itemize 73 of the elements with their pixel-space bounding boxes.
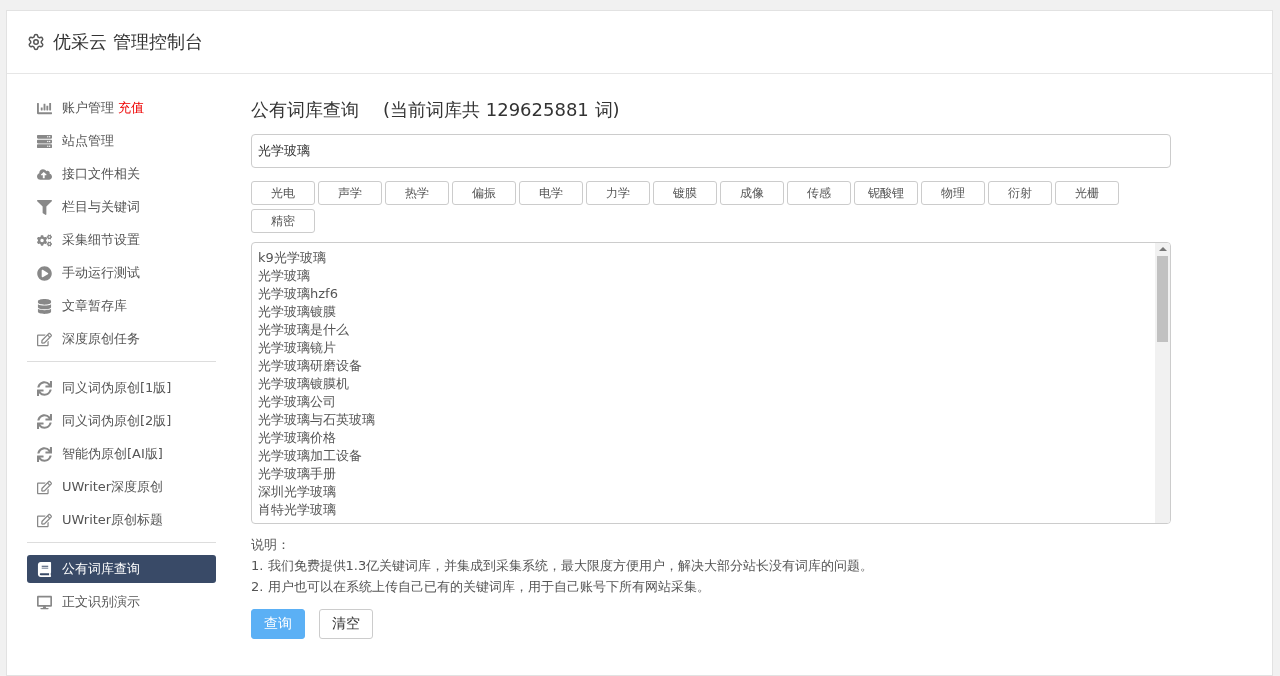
cloud-upload-icon [37,166,52,182]
settings-icon [27,33,45,51]
notes-heading: 说明： [251,536,291,554]
sidebar-item[interactable]: 站点管理 [27,127,216,155]
sidebar-item[interactable]: 同义词伪原创[2版] [27,407,216,435]
scrollbar[interactable] [1155,243,1170,523]
tag-button[interactable]: 成像 [720,181,784,205]
sidebar-item[interactable]: 账户管理 充值 [27,94,216,122]
sidebar-item[interactable]: 文章暂存库 [27,292,216,320]
sidebar-item[interactable]: 栏目与关键词 [27,193,216,221]
edit-icon [37,512,52,528]
console-title: 优采云 管理控制台 [53,30,203,54]
keyword-item: 光学玻璃是什么 [258,321,350,339]
play-icon [37,265,52,281]
gears-icon [37,232,52,248]
tag-button[interactable]: 传感 [787,181,851,205]
refresh-icon [37,413,52,429]
tag-button[interactable]: 力学 [586,181,650,205]
edit-icon [37,479,52,495]
scrollbar-thumb[interactable] [1157,256,1168,342]
sidebar-item[interactable]: 接口文件相关 [27,160,216,188]
book-icon [37,561,52,577]
tag-button[interactable]: 光栅 [1055,181,1119,205]
sidebar-item[interactable]: 智能伪原创[AI版] [27,440,216,468]
server-icon [37,133,52,149]
sidebar-item[interactable]: UWriter深度原创 [27,473,216,501]
sidebar-item[interactable]: 手动运行测试 [27,259,216,287]
recharge-link[interactable]: 充值 [118,99,144,117]
tag-button[interactable]: 声学 [318,181,382,205]
keyword-item: 光学玻璃价格 [258,429,337,447]
tag-button[interactable]: 衍射 [988,181,1052,205]
keyword-item: 光学玻璃公司 [258,393,337,411]
word-count: (当前词库共 129625881 词) [383,98,620,122]
keyword-item: 光学玻璃镀膜机 [258,375,350,393]
bar-chart-icon [37,100,52,116]
keyword-item: 光学玻璃手册 [258,465,337,483]
sidebar-item[interactable]: UWriter原创标题 [27,506,216,534]
sidebar-item[interactable]: 同义词伪原创[1版] [27,374,216,402]
tag-button[interactable]: 精密 [251,209,315,233]
filter-icon [37,199,52,215]
sidebar-item[interactable]: 正文识别演示 [27,588,216,616]
keyword-item: 光学玻璃镜片 [258,339,337,357]
keyword-item: 光学玻璃与石英玻璃 [258,411,376,429]
tag-button[interactable]: 光电 [251,181,315,205]
keyword-item: 光学玻璃加工设备 [258,447,363,465]
tag-button[interactable]: 偏振 [452,181,516,205]
note-text: 1. 我们免费提供1.3亿关键词库，并集成到采集系统，最大限度方便用户，解决大部分站长没有词库的问题。 [251,557,875,575]
sidebar-item[interactable]: 采集细节设置 [27,226,216,254]
tag-button[interactable]: 铌酸锂 [854,181,918,205]
keyword-item: 光学玻璃镀膜 [258,303,337,321]
tag-button[interactable]: 物理 [921,181,985,205]
sidebar-item[interactable]: 公有词库查询 [27,555,216,583]
sidebar-item[interactable]: 深度原创任务 [27,325,216,353]
keyword-list[interactable]: k9光学玻璃 光学玻璃 光学玻璃hzf6 光学玻璃镀膜 光学玻璃是什么 光学玻璃镜片 光学玻璃研磨设备 光学玻璃镀膜机 光学玻璃公司 光学玻璃与石英玻璃 光学玻璃价格 光学玻璃加工设备 光学玻璃手册 深圳光学玻璃 肖特光学玻璃 [251,242,1171,524]
tag-button[interactable]: 电学 [519,181,583,205]
clear-button[interactable]: 清空 [319,609,373,639]
keyword-item: 深圳光学玻璃 [258,483,337,501]
keyword-item: k9光学玻璃 [258,249,327,267]
monitor-icon [37,594,52,610]
tag-button[interactable]: 镀膜 [653,181,717,205]
keyword-item: 光学玻璃研磨设备 [258,357,363,375]
keyword-item: 光学玻璃hzf6 [258,285,339,303]
scroll-up-icon[interactable] [1158,246,1167,252]
tag-button[interactable]: 热学 [385,181,449,205]
database-icon [37,298,52,314]
keyword-item: 肖特光学玻璃 [258,501,337,519]
note-text: 2. 用户也可以在系统上传自己已有的关键词库，用于自己账号下所有网站采集。 [251,578,711,596]
refresh-icon [37,380,52,396]
search-field[interactable]: 光学玻璃 [251,134,1171,168]
keyword-item: 光学玻璃 [258,267,311,285]
refresh-icon [37,446,52,462]
edit-icon [37,331,52,347]
page-title: 公有词库查询 [251,98,359,122]
